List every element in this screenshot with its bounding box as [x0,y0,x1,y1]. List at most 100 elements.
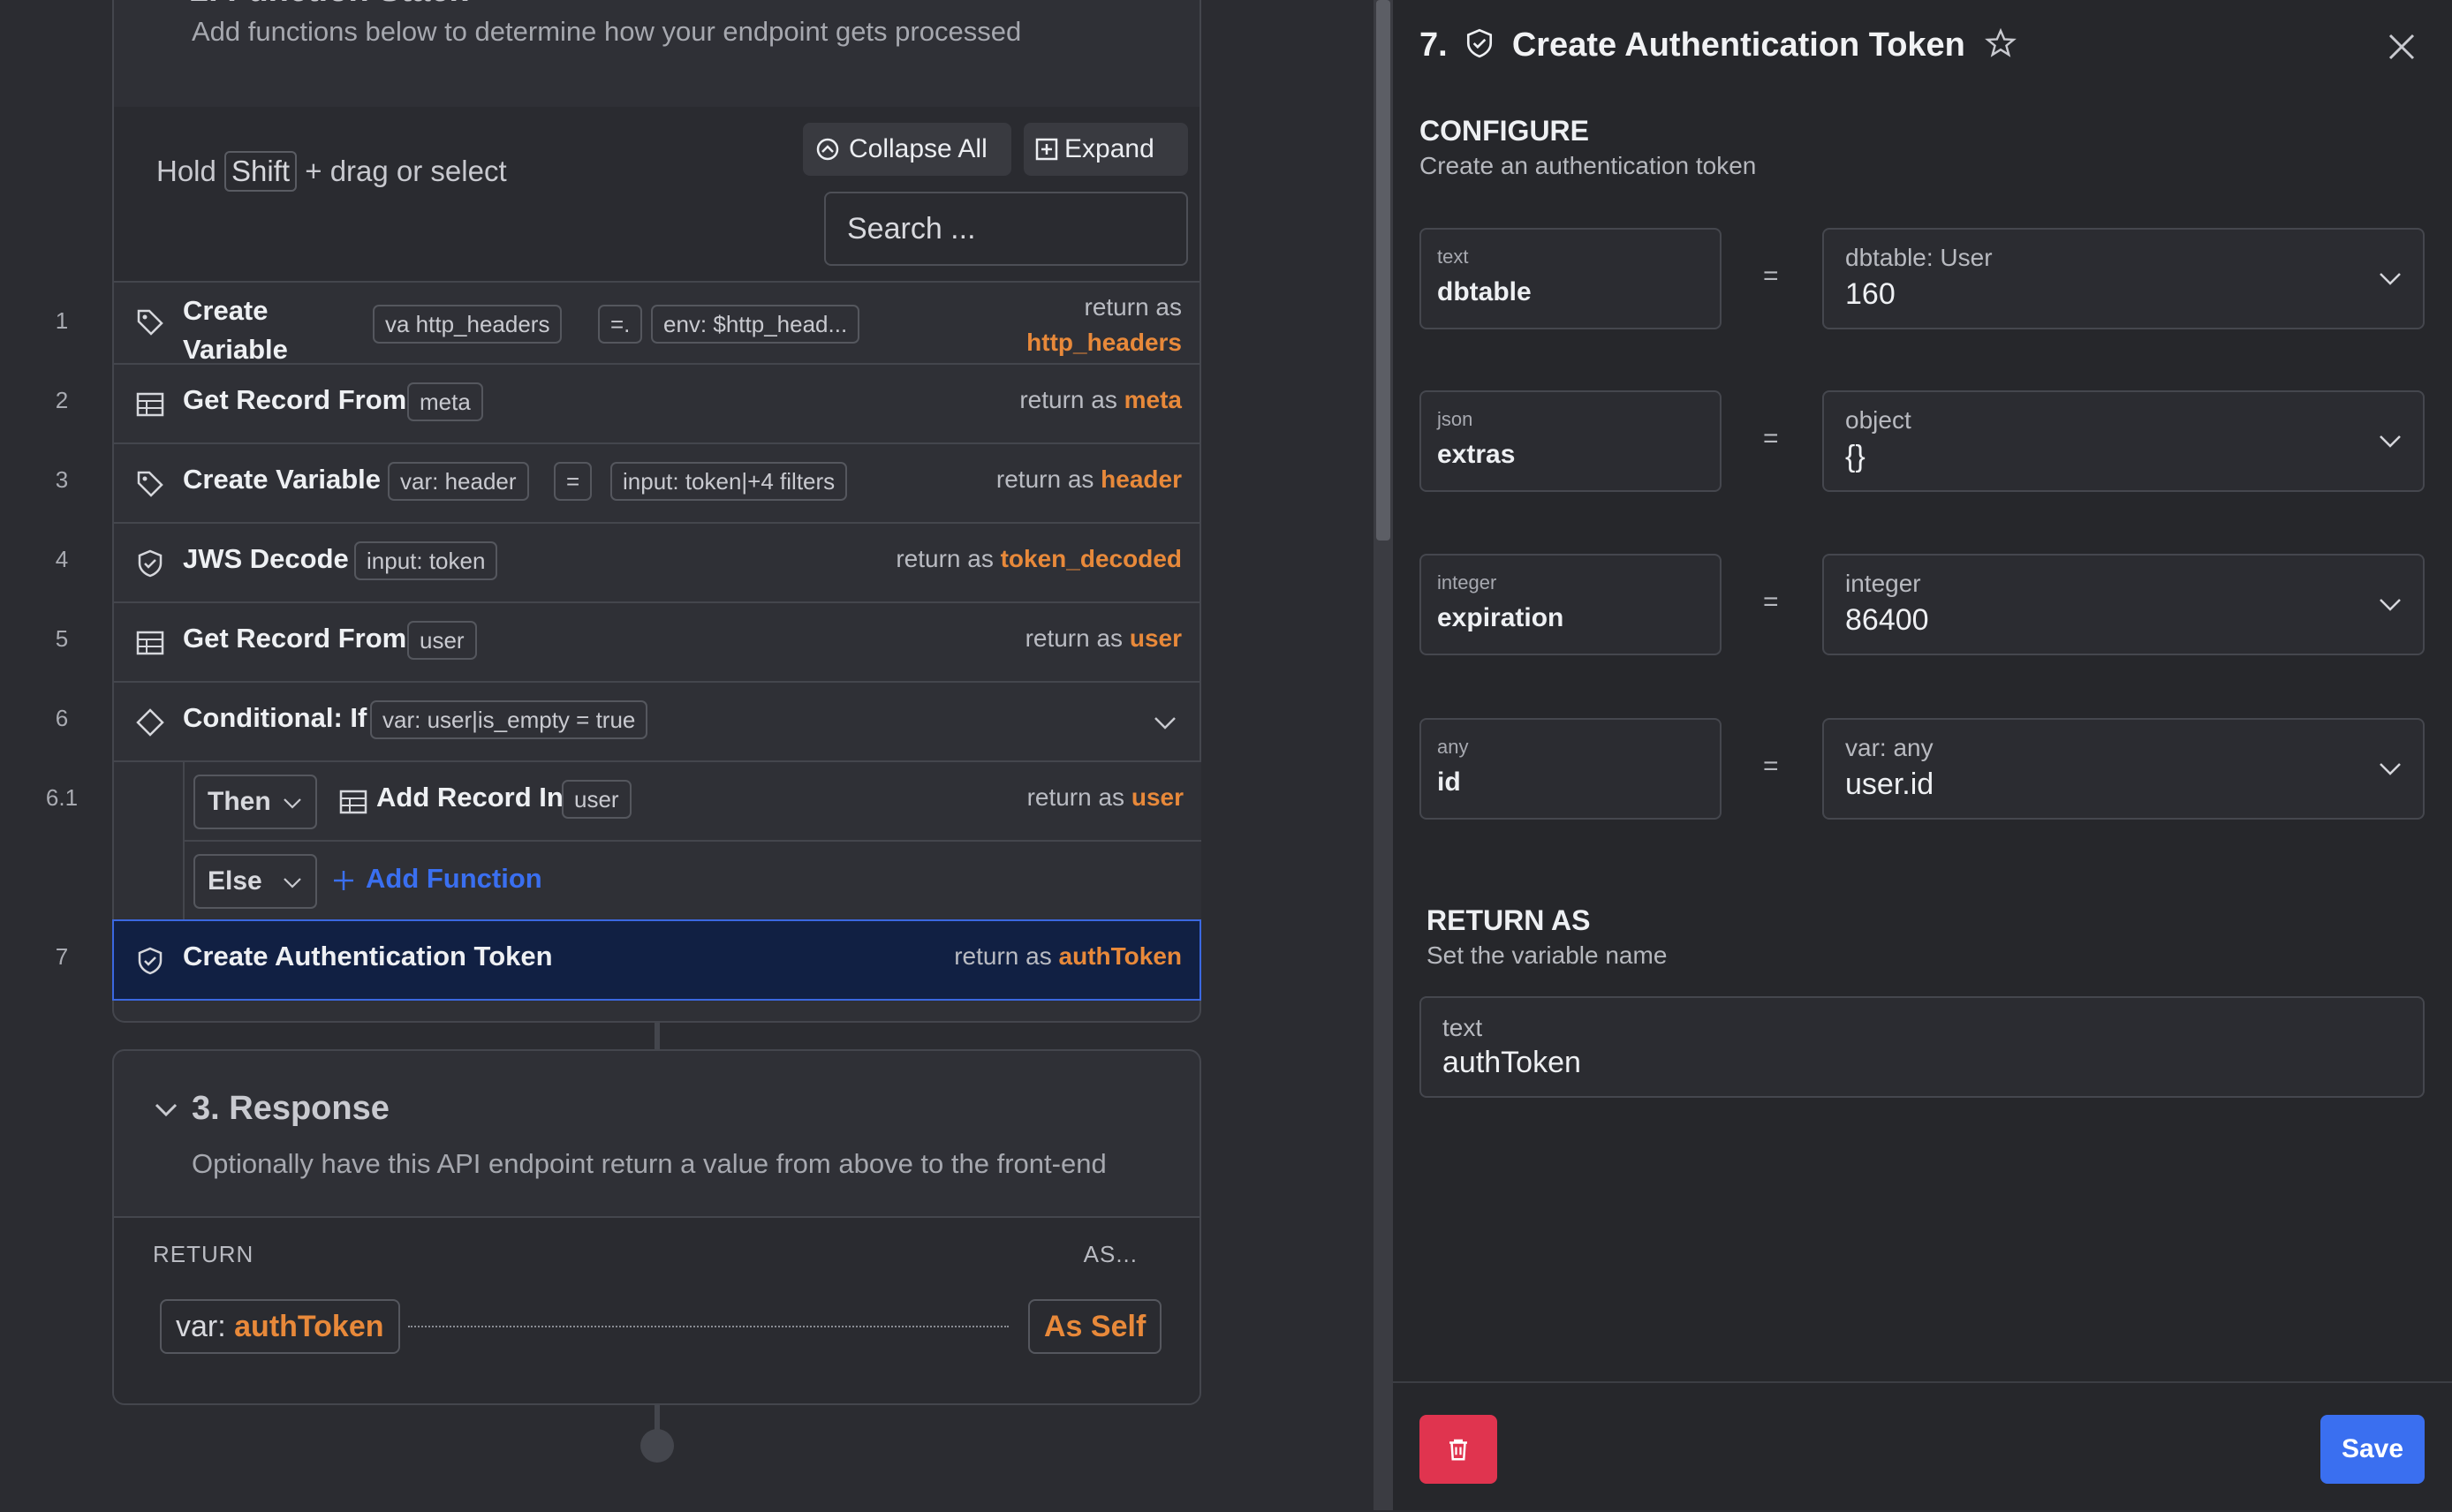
star-icon[interactable] [1985,27,2017,59]
equals-sign: = [1763,752,1779,781]
detail-title: 7. Create Authentication Token [1419,26,2017,64]
return-var-chip[interactable]: var: authToken [160,1299,400,1354]
condition-chip[interactable]: var: user|is_empty = true [370,700,648,739]
detail-footer: Save [1393,1381,2452,1512]
return-as: return as user [1025,624,1182,652]
param-name-field[interactable]: any id [1419,718,1722,820]
row-number: 6.1 [45,784,79,811]
row-number: 6 [55,705,69,731]
value-chip[interactable]: env: $http_head... [651,305,860,344]
drag-hint: Hold Shift + drag or select [156,149,510,193]
function-row-selected[interactable]: Create Authentication Token return as au… [112,919,1201,1001]
function-row[interactable]: Create Variable var: header = input: tok… [112,444,1201,524]
then-branch-row[interactable]: Then Add Record In user return as user [183,762,1201,842]
function-row[interactable]: Get Record From meta return as meta [112,365,1201,444]
function-row[interactable]: JWS Decode input: token return as token_… [112,524,1201,603]
response-subtitle: Optionally have this API endpoint return… [192,1148,1107,1179]
chevron-down-icon [2380,763,2401,775]
param-value-select[interactable]: dbtable: User 160 [1822,228,2425,329]
function-stack-subtitle: Add functions below to determine how you… [192,16,1022,47]
chevron-down-icon[interactable] [151,0,174,2]
return-as-subtitle: Set the variable name [1427,941,1668,969]
shift-key: Shift [224,151,298,192]
return-label: RETURN [153,1241,254,1267]
function-name: Create Variable [183,464,382,495]
function-name: Get Record From [183,623,407,654]
function-stack-header: 2. Function Stack Add functions below to… [112,0,1201,109]
param-value-select[interactable]: object{} [1822,390,2425,492]
dotted-connector [408,1326,1009,1327]
operator-chip[interactable]: = [554,462,593,501]
shield-check-icon [138,549,163,578]
else-select[interactable]: Else [193,854,317,909]
expand-button[interactable]: Expand [1024,123,1188,176]
operator-chip[interactable]: =. [598,305,643,344]
function-name: Conditional: If [183,702,367,733]
plus-icon [334,871,353,890]
variable-chip[interactable]: var: header [388,462,529,501]
param-value-select[interactable]: var: any user.id [1822,718,2425,820]
configure-title: CONFIGURE [1419,115,1589,147]
param-name-field[interactable]: integer expiration [1419,554,1722,655]
then-select[interactable]: Then [193,775,317,829]
table-icon [339,790,367,814]
return-as-title: RETURN AS [1427,904,1591,936]
table-chip[interactable]: user [407,621,477,660]
shield-check-icon [1467,28,1493,58]
function-stack-bottom [112,1001,1201,1023]
row-number: 2 [55,387,69,413]
function-toolbar: Hold Shift + drag or select Collapse All… [112,107,1201,281]
collapse-icon [816,138,839,161]
function-row[interactable]: Create Variable va http_headers =. env: … [112,281,1201,365]
value-chip[interactable]: input: token|+4 filters [610,462,848,501]
response-panel: 3. Response Optionally have this API end… [112,1049,1201,1405]
function-name: Get Record From [183,384,407,415]
function-name: JWS Decode [183,543,349,574]
close-icon[interactable] [2387,32,2417,62]
row-number: 7 [55,943,69,970]
table-chip[interactable]: meta [407,382,483,421]
trash-icon [1449,1439,1467,1461]
return-as: return as header [995,465,1182,493]
chevron-down-icon[interactable] [153,1097,179,1123]
param-name-field[interactable]: json extras [1419,390,1722,492]
delete-button[interactable] [1419,1415,1497,1484]
diamond-icon [136,708,164,737]
function-detail-panel: 7. Create Authentication Token CONFIGURE… [1393,0,2452,1510]
chevron-down-icon[interactable] [1152,709,1178,736]
collapse-all-button[interactable]: Collapse All [803,123,1011,176]
as-self-button[interactable]: As Self [1028,1299,1162,1354]
return-as: return as meta [1019,386,1182,413]
row-number: 5 [55,625,69,652]
return-as: return as authToken [954,942,1182,970]
chevron-down-icon [2380,599,2401,611]
chevron-down-icon [2380,273,2401,285]
param-name-field[interactable]: text dbtable [1419,228,1722,329]
save-button[interactable]: Save [2320,1415,2425,1484]
input-chip[interactable]: input: token [354,541,498,580]
return-as: return as http_headers [1026,293,1182,356]
table-chip[interactable]: user [562,780,632,819]
else-branch-row[interactable]: Else Add Function [183,842,1201,921]
table-icon [136,392,164,417]
row-number: 3 [55,466,69,493]
row-number: 4 [55,546,69,572]
connector-node[interactable] [640,1429,674,1463]
scrollbar-thumb[interactable] [1376,0,1390,541]
function-row[interactable]: Get Record From user return as user [112,603,1201,683]
tag-icon [137,471,163,497]
equals-sign: = [1763,587,1779,616]
variable-chip[interactable]: va http_headers [373,305,563,344]
equals-sign: = [1763,424,1779,453]
shield-check-icon [138,947,163,975]
configure-subtitle: Create an authentication token [1419,152,1757,179]
function-row[interactable]: Conditional: If var: user|is_empty = tru… [112,683,1201,762]
add-function-link[interactable]: Add Function [366,863,542,895]
row-number: 1 [55,307,69,334]
function-name: Create Authentication Token [183,941,553,971]
chevron-down-icon [2380,435,2401,448]
param-value-select[interactable]: integer 86400 [1822,554,2425,655]
return-variable-input[interactable]: text authToken [1419,996,2425,1098]
search-input[interactable]: Search ... [824,192,1188,266]
function-stack-title: 2. Function Stack [190,0,468,10]
